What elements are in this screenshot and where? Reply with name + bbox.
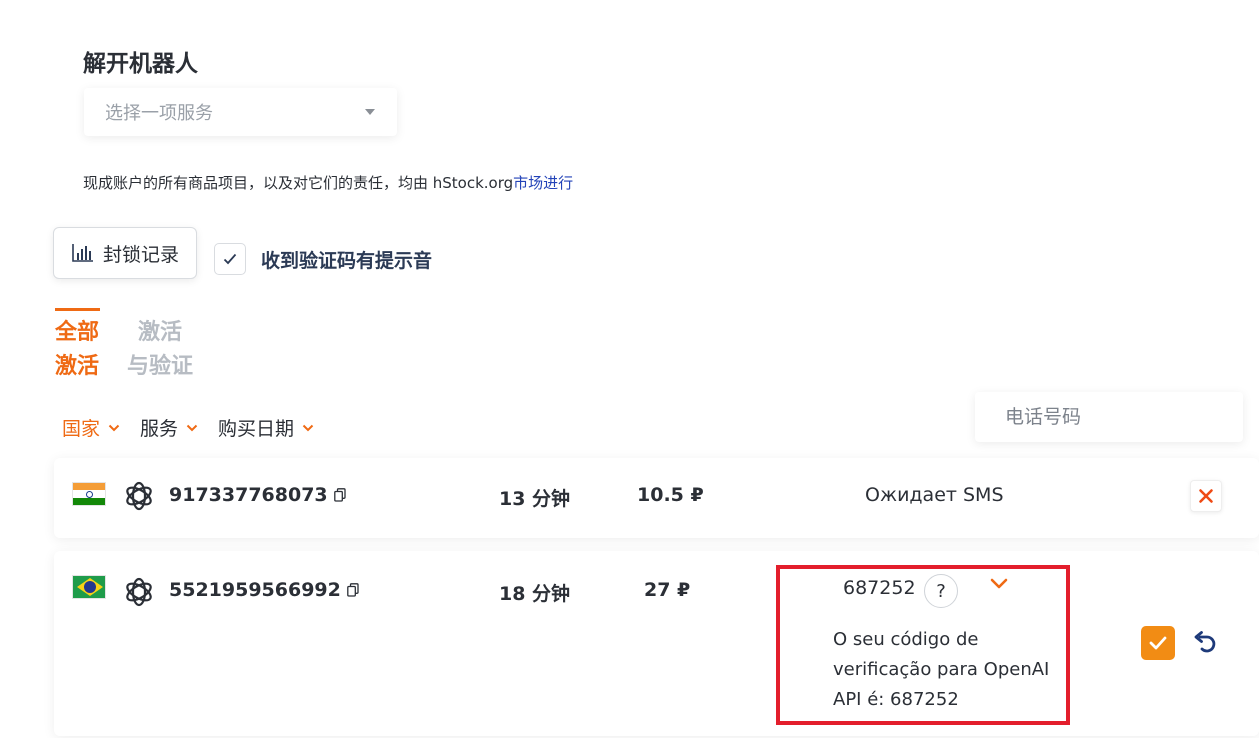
chevron-down-icon bbox=[186, 424, 198, 431]
status-text: Ожидает SMS bbox=[865, 484, 1004, 506]
duration: 18 分钟 bbox=[499, 583, 571, 605]
phone-number-text: 917337768073 bbox=[169, 484, 328, 506]
chevron-down-icon bbox=[108, 424, 120, 431]
phone-number: 917337768073 bbox=[169, 484, 346, 506]
close-icon bbox=[1199, 489, 1213, 503]
tab-activation-verification[interactable]: 激活 与验证 bbox=[125, 316, 195, 384]
filter-country[interactable]: 国家 bbox=[62, 414, 120, 441]
sms-message-text: O seu código de verificação para OpenAI … bbox=[833, 629, 1050, 710]
price: 27 ₽ bbox=[644, 579, 691, 601]
sound-alert-label: 收到验证码有提示音 bbox=[261, 250, 433, 272]
tab-verify-line1: 激活 bbox=[137, 320, 182, 345]
block-log-button[interactable]: 封锁记录 bbox=[53, 227, 197, 279]
filter-purchase-date[interactable]: 购买日期 bbox=[218, 414, 314, 441]
notice-text: 现成账户的所有商品项目，以及对它们的责任，均由 hStock.org bbox=[83, 174, 514, 192]
tab-verify-line2: 与验证 bbox=[126, 354, 193, 379]
filter-service[interactable]: 服务 bbox=[140, 414, 198, 441]
table-row: 5521959566992 18 分钟 27 ₽ bbox=[54, 551, 1259, 736]
responsibility-notice: 现成账户的所有商品项目，以及对它们的责任，均由 hStock.org市场进行 bbox=[83, 172, 573, 193]
duration: 13 分钟 bbox=[499, 488, 571, 510]
tab-all-activations[interactable]: 全部 激活 bbox=[55, 316, 99, 384]
service-select[interactable]: 选择一项服务 bbox=[84, 88, 397, 136]
tab-all-line2: 激活 bbox=[55, 354, 100, 379]
sound-alert-checkbox[interactable] bbox=[214, 243, 246, 275]
copy-icon[interactable] bbox=[347, 583, 359, 597]
brazil-flag-icon bbox=[72, 575, 106, 599]
cancel-button[interactable] bbox=[1190, 480, 1222, 512]
verification-code: 687252 bbox=[843, 577, 916, 599]
refresh-icon bbox=[1194, 631, 1216, 653]
service-select-placeholder: 选择一项服务 bbox=[105, 103, 213, 124]
india-flag-icon bbox=[72, 482, 106, 506]
checkmark-icon bbox=[223, 253, 237, 265]
copy-icon[interactable] bbox=[333, 488, 346, 502]
chevron-down-icon[interactable] bbox=[990, 578, 1008, 590]
chevron-down-icon bbox=[302, 424, 314, 431]
tab-all-line1: 全部 bbox=[55, 320, 100, 345]
checkmark-icon bbox=[1149, 636, 1167, 650]
openai-icon bbox=[123, 481, 155, 511]
market-link[interactable]: 市场进行 bbox=[513, 174, 573, 192]
openai-icon bbox=[123, 577, 155, 607]
phone-number-search-input[interactable] bbox=[975, 392, 1243, 442]
block-log-label: 封锁记录 bbox=[102, 243, 179, 266]
bar-chart-icon bbox=[72, 244, 93, 262]
filter-bar: 国家 服务 购买日期 bbox=[62, 414, 314, 441]
retry-button[interactable] bbox=[1188, 626, 1222, 660]
filter-service-label: 服务 bbox=[140, 418, 179, 440]
tab-active-indicator bbox=[55, 308, 100, 311]
confirm-button[interactable] bbox=[1141, 626, 1175, 660]
page-title: 解开机器人 bbox=[83, 51, 198, 77]
filter-country-label: 国家 bbox=[62, 418, 101, 440]
table-row: 917337768073 13 分钟 10.5 ₽ Ожидает SMS bbox=[54, 458, 1259, 538]
phone-number: 5521959566992 bbox=[169, 579, 359, 601]
filter-purchase-date-label: 购买日期 bbox=[218, 418, 295, 440]
help-button[interactable]: ? bbox=[924, 574, 958, 608]
price: 10.5 ₽ bbox=[637, 484, 704, 506]
caret-down-icon bbox=[365, 109, 375, 115]
phone-number-text: 5521959566992 bbox=[169, 579, 341, 601]
